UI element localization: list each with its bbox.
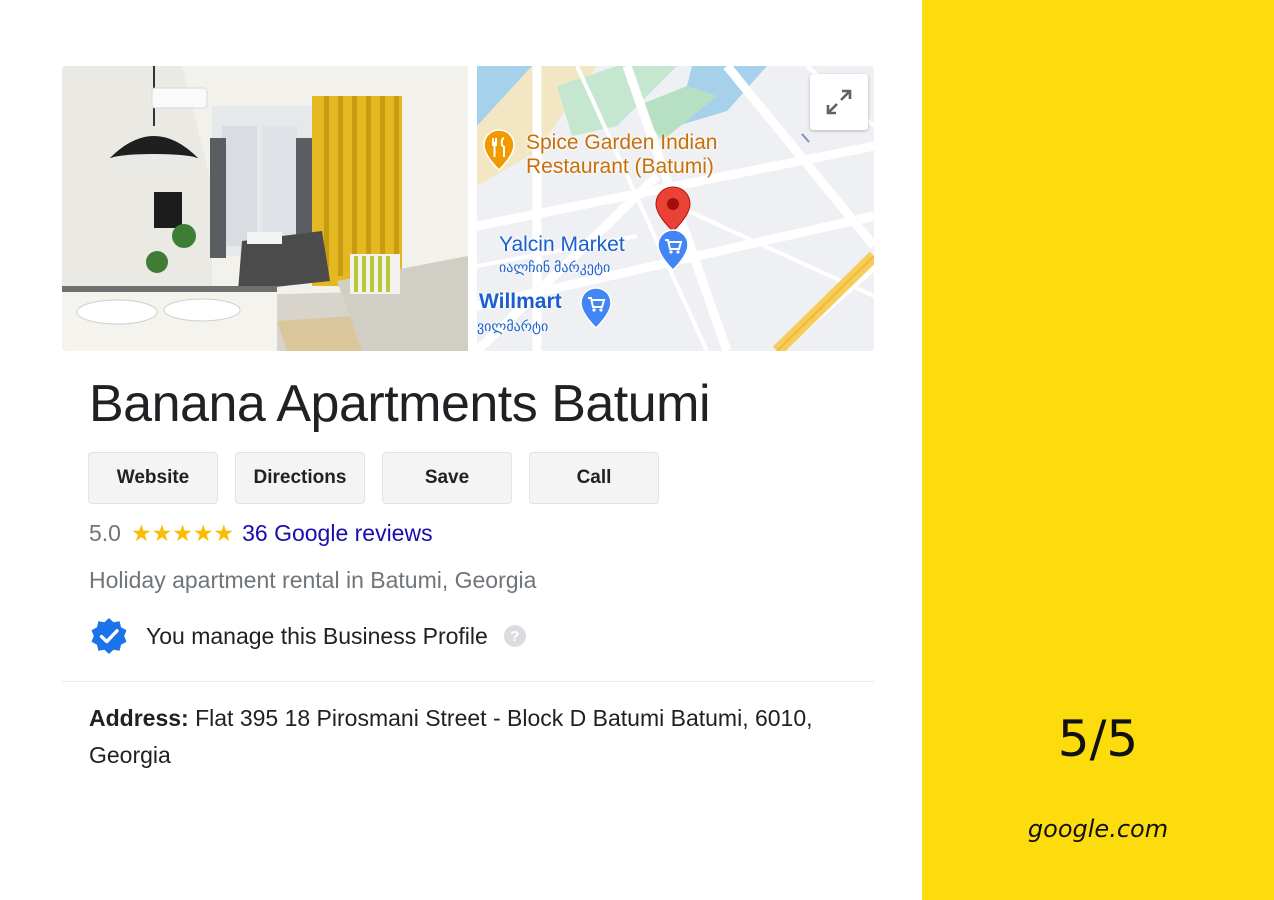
score-panel: 5/5 google.com (922, 0, 1274, 900)
business-name: Banana Apartments Batumi (89, 375, 711, 433)
save-button[interactable]: Save (382, 452, 512, 504)
score-source: google.com (1027, 815, 1169, 843)
rating-row: 5.0 ★★★★★ 36 Google reviews (89, 520, 433, 547)
directions-button[interactable]: Directions (235, 452, 365, 504)
expand-icon (826, 89, 852, 115)
address-block: Address: Flat 395 18 Pirosmani Street - … (89, 700, 829, 774)
score-value: 5/5 (1057, 710, 1139, 768)
rating-value: 5.0 (89, 520, 121, 546)
help-icon[interactable]: ? (503, 625, 526, 647)
map-expand-button[interactable] (810, 74, 868, 130)
star-rating-icon: ★★★★★ (130, 520, 235, 546)
verified-badge-icon (91, 618, 127, 654)
location-map[interactable]: Spice Garden Indian Restaurant (Batumi) … (477, 66, 874, 351)
managed-profile-row: You manage this Business Profile ? (90, 617, 526, 655)
poi-label-yalcin-market-local: იალჩინ მარკეტი (499, 259, 611, 275)
shopping-cart-pin-icon[interactable] (580, 287, 612, 329)
website-button[interactable]: Website (88, 452, 218, 504)
call-button[interactable]: Call (529, 452, 659, 504)
restaurant-pin-icon[interactable] (483, 129, 515, 171)
poi-label-restaurant-line2[interactable]: Restaurant (Batumi) (526, 156, 714, 177)
manage-profile-text: You manage this Business Profile (146, 622, 488, 649)
poi-label-willmart-local: ვილმარტი (477, 318, 549, 334)
address-value: Flat 395 18 Pirosmani Street - Block D B… (89, 705, 813, 768)
business-category: Holiday apartment rental in Batumi, Geor… (89, 567, 537, 593)
apartment-interior-image (62, 66, 468, 351)
reviews-link[interactable]: 36 Google reviews (242, 520, 433, 547)
poi-label-restaurant[interactable]: Spice Garden Indian (526, 132, 717, 153)
location-pin-icon[interactable] (655, 186, 691, 232)
section-divider (62, 681, 874, 682)
poi-label-willmart[interactable]: Willmart (479, 291, 562, 312)
business-photo[interactable] (62, 66, 468, 351)
shopping-cart-pin-icon[interactable] (657, 229, 689, 271)
address-label: Address: (89, 705, 189, 731)
poi-label-yalcin-market[interactable]: Yalcin Market (499, 234, 625, 255)
